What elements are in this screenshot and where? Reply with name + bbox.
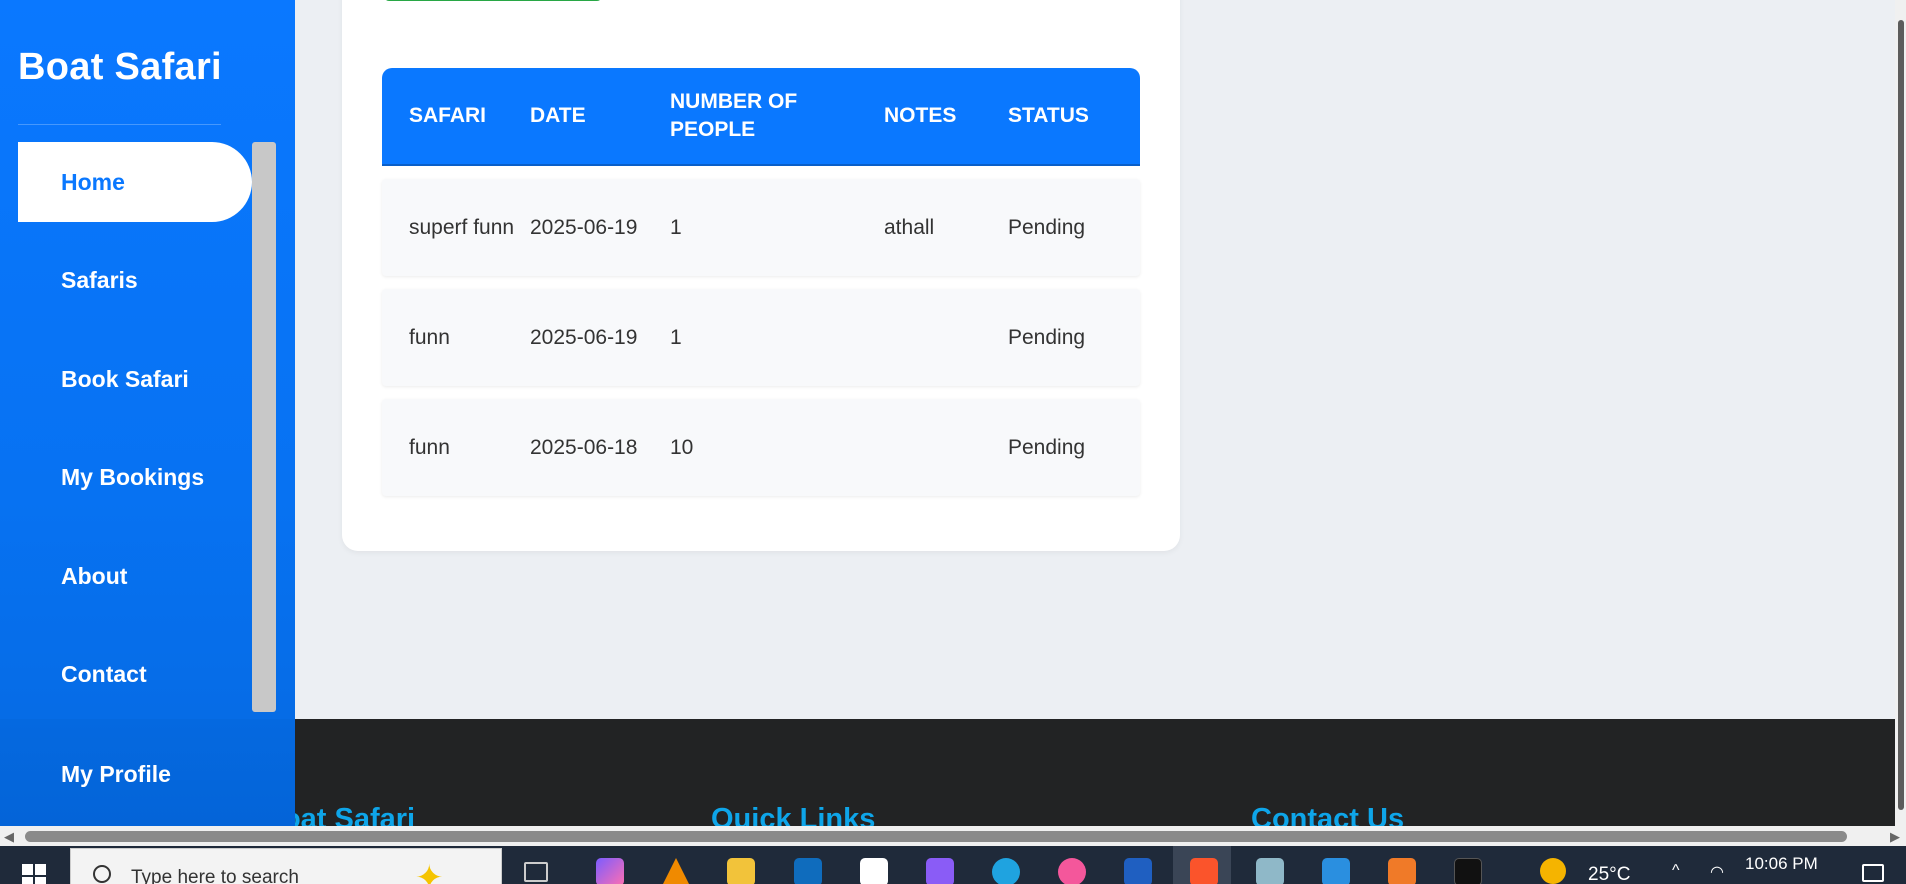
sidebar-item-book-safari[interactable]: Book Safari: [18, 339, 252, 419]
sidebar-item-my-profile[interactable]: My Profile: [18, 734, 252, 814]
sidebar-item-about[interactable]: About: [18, 536, 252, 616]
table-row: superf funn 2025-06-19 1 athall Pending: [382, 179, 1140, 276]
word-icon[interactable]: [1124, 858, 1152, 884]
edge-icon[interactable]: [992, 858, 1020, 884]
sidebar-item-contact[interactable]: Contact: [18, 635, 252, 715]
windows-start-icon[interactable]: [22, 864, 46, 884]
notifications-icon[interactable]: [1862, 864, 1884, 882]
taskbar-search-box[interactable]: Type here to search ✦: [70, 848, 502, 884]
weather-temperature[interactable]: 25°C: [1588, 864, 1630, 884]
taskbar-search-placeholder: Type here to search: [131, 867, 299, 884]
cell-safari: funn: [409, 325, 450, 349]
taskbar-clock[interactable]: 10:06 PM: [1745, 854, 1818, 874]
microsoft-store-icon[interactable]: [860, 858, 888, 884]
cell-people: 10: [670, 435, 694, 459]
windows-taskbar: Type here to search ✦ 25°C ^ ◠ 10:06 PM: [0, 846, 1906, 884]
cell-people: 1: [670, 215, 682, 239]
sidebar-scrollbar[interactable]: [252, 142, 276, 712]
bookings-table: SAFARI DATE NUMBER OF PEOPLE NOTES STATU…: [382, 68, 1140, 496]
itunes-icon[interactable]: [1058, 858, 1086, 884]
cell-date: 2025-06-19: [530, 215, 638, 239]
footer-quick-links-heading: Quick Links: [711, 803, 876, 826]
footer-contact-heading: Contact Us: [1251, 803, 1405, 826]
wifi-icon[interactable]: ◠: [1710, 862, 1724, 882]
cell-safari: funn: [409, 435, 450, 459]
header-status: STATUS: [1008, 104, 1089, 127]
copilot-sparkle-icon[interactable]: ✦: [415, 861, 444, 884]
cell-date: 2025-06-19: [530, 325, 638, 349]
copilot-icon[interactable]: [596, 858, 624, 884]
cell-status: Pending: [1008, 435, 1086, 459]
xampp-icon[interactable]: [1388, 858, 1416, 884]
task-view-icon[interactable]: [524, 862, 548, 882]
action-button-edge[interactable]: [384, 0, 602, 1]
cell-status: Pending: [1008, 215, 1086, 239]
sidebar-item-my-bookings[interactable]: My Bookings: [18, 438, 252, 518]
table-row: funn 2025-06-18 10 Pending: [382, 399, 1140, 496]
chevron-up-icon[interactable]: ^: [1672, 862, 1680, 880]
weather-icon[interactable]: [1540, 858, 1566, 884]
visual-studio-icon[interactable]: [926, 858, 954, 884]
brand-divider: [18, 124, 221, 125]
header-number-of-people: NUMBER OF PEOPLE: [670, 90, 798, 141]
file-explorer-icon[interactable]: [727, 858, 755, 884]
header-notes: NOTES: [884, 104, 957, 127]
header-safari: SAFARI: [409, 104, 487, 127]
cell-people: 1: [670, 325, 682, 349]
cell-date: 2025-06-18: [530, 435, 638, 459]
table-header: SAFARI DATE NUMBER OF PEOPLE NOTES STATU…: [382, 68, 1140, 166]
sidebar-nav: Home Safaris Book Safari My Bookings Abo…: [18, 142, 252, 733]
app-dark-icon[interactable]: [1454, 858, 1482, 884]
cell-status: Pending: [1008, 325, 1086, 349]
search-icon: [93, 865, 111, 883]
outlook-icon[interactable]: [794, 858, 822, 884]
header-date: DATE: [530, 104, 586, 127]
sidebar-item-home[interactable]: Home: [18, 142, 252, 222]
brave-browser-icon[interactable]: [1190, 858, 1218, 884]
scroll-left-arrow-icon[interactable]: ◀: [4, 829, 14, 845]
vlc-icon[interactable]: [662, 858, 690, 884]
sidebar: Boat Safari Home Safaris Book Safari My …: [0, 0, 295, 826]
page-vertical-scroll-thumb[interactable]: [1898, 20, 1904, 810]
cell-safari: superf funn: [409, 215, 515, 239]
sidebar-item-safaris[interactable]: Safaris: [18, 241, 252, 321]
app-icon[interactable]: [1256, 858, 1284, 884]
page-horizontal-scroll-thumb[interactable]: [25, 831, 1847, 842]
scroll-right-arrow-icon[interactable]: ▶: [1890, 829, 1900, 845]
table-row: funn 2025-06-19 1 Pending: [382, 289, 1140, 386]
brand-title: Boat Safari: [18, 46, 222, 88]
cell-notes: athall: [884, 215, 935, 239]
vscode-icon[interactable]: [1322, 858, 1350, 884]
